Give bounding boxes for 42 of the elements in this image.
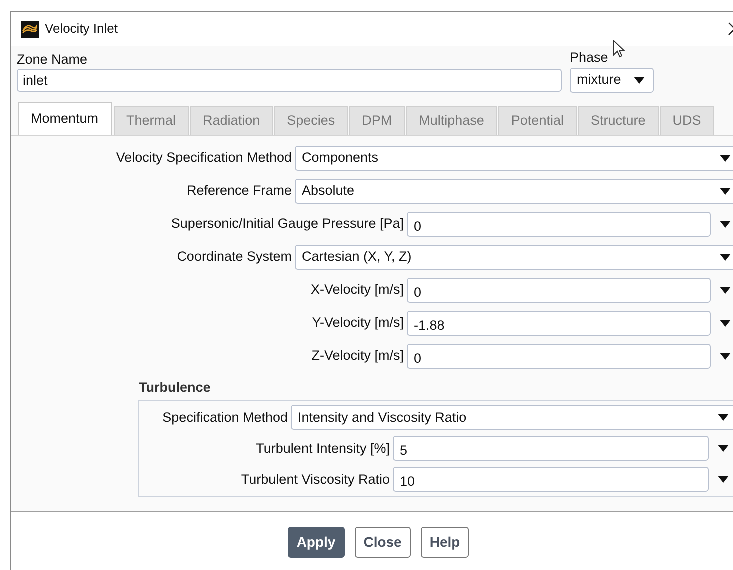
dropdown-field[interactable]: Intensity and Viscosity Ratio <box>291 405 733 430</box>
caret-icon[interactable] <box>720 221 730 228</box>
number-field[interactable]: -1.88 <box>407 311 711 336</box>
number-field[interactable]: 0 <box>407 344 711 369</box>
field-label: Velocity Specification Method <box>116 149 293 168</box>
turbulence-heading: Turbulence <box>139 379 212 397</box>
field-label: Z-Velocity [m/s] <box>312 347 405 366</box>
field-label: Coordinate System <box>177 248 293 266</box>
field-label: Reference Frame <box>186 182 293 200</box>
field-label: X-Velocity [m/s] <box>310 281 405 300</box>
field-label: Turbulent Intensity [%] <box>256 440 391 458</box>
caret-icon[interactable] <box>720 353 730 360</box>
dropdown-field[interactable]: Absolute <box>295 179 733 204</box>
caret-icon[interactable] <box>718 476 728 484</box>
dropdown-field[interactable]: Cartesian (X, Y, Z) <box>295 245 733 270</box>
caret-icon[interactable] <box>718 445 728 452</box>
dialog-button[interactable]: Close <box>354 527 411 558</box>
field-label: Y-Velocity [m/s] <box>312 314 405 332</box>
number-field[interactable]: 10 <box>393 467 709 492</box>
caret-icon <box>718 414 729 422</box>
zone-name-field[interactable]: inlet <box>17 69 562 92</box>
number-field[interactable]: 0 <box>407 278 711 303</box>
phase-label: Phase <box>570 49 608 65</box>
caret-icon <box>634 77 645 84</box>
dropdown-field[interactable]: Components <box>295 146 733 171</box>
field-label: Specification Method <box>162 408 289 427</box>
caret-icon[interactable] <box>720 320 730 327</box>
dialog-button[interactable]: Apply <box>288 527 345 558</box>
caret-icon <box>720 254 731 261</box>
number-field[interactable]: 5 <box>393 436 709 462</box>
number-field[interactable]: 0 <box>407 212 711 237</box>
zone-name-label: Zone Name <box>17 51 89 67</box>
caret-icon <box>720 155 731 162</box>
window-title: Velocity Inlet <box>45 20 118 38</box>
dialog-button[interactable]: Help <box>420 527 470 558</box>
tab[interactable]: Momentum <box>18 102 112 135</box>
app-logo-icon <box>21 20 39 38</box>
phase-dropdown[interactable]: mixture <box>570 68 654 93</box>
field-label: Supersonic/Initial Gauge Pressure [Pa] <box>171 215 405 234</box>
caret-icon[interactable] <box>720 287 730 294</box>
caret-icon <box>720 188 731 195</box>
field-label: Turbulent Viscosity Ratio <box>241 470 391 489</box>
